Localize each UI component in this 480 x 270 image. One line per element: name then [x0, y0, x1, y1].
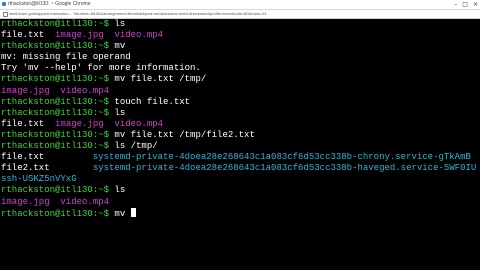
- shell-prompt: rthackston@itl130:~$: [1, 129, 110, 140]
- shell-command: ls: [109, 107, 126, 118]
- file-entry: file2.txt: [1, 163, 50, 174]
- shell-prompt: rthackston@itl130:~$: [1, 19, 110, 29]
- terminal-line: rthackston@itl130:~$ ls: [1, 19, 476, 30]
- file-entry: video.mp4: [114, 30, 164, 41]
- file-entry: image.jpg: [1, 196, 50, 207]
- terminal-line: file.txt image.jpg video.mp4: [1, 119, 476, 130]
- terminal-line: image.jpg video.mp4: [1, 197, 476, 208]
- file-entry: image.jpg: [55, 30, 104, 41]
- shell-command: mv: [109, 208, 131, 219]
- chrome-app-icon: [2, 2, 6, 6]
- file-entry: systemd-private-4doea28e268643c1a083cf6d…: [92, 152, 471, 163]
- file-entry: image.jpg: [1, 85, 50, 96]
- terminal-line: rthackston@itl130:~$ ls: [1, 185, 476, 196]
- text-cursor: [130, 207, 136, 217]
- terminal-output: rthackston@itl130:~$ ls file.txt image.jp…: [1, 19, 476, 219]
- shell-prompt: rthackston@itl130:~$: [1, 74, 110, 85]
- terminal-line: rthackston@itl130:~$ mv file.txt /tmp/fi…: [1, 130, 476, 141]
- terminal-line: file2.txt systemd-private-4doea28e268643…: [1, 163, 476, 174]
- shell-command: ls: [109, 19, 126, 29]
- shell-command: ls: [109, 185, 126, 196]
- terminal-line: rthackston@itl130:~$ ls: [1, 108, 476, 119]
- address-bar[interactable]: shell.learn.gold/apps/rt.instruction... …: [0, 10, 480, 19]
- file-entry: video.mp4: [60, 196, 110, 207]
- terminal-line: file.txt image.jpg video.mp4: [1, 30, 476, 41]
- file-entry: video.mp4: [60, 85, 110, 96]
- shell-prompt: rthackston@itl130:~$: [1, 141, 110, 152]
- terminal-line: file.txt systemd-private-4doea28e268643c…: [1, 152, 476, 163]
- terminal-line: rthackston@itl130:~$ touch file.txt: [1, 97, 476, 108]
- window-titlebar: rthackston@itl130: ~ Google Chrome – □ ×: [0, 0, 480, 10]
- maximize-icon[interactable]: □: [462, 0, 468, 9]
- file-entry: file.txt: [1, 118, 45, 129]
- terminal-line: rthackston@itl130:~$ ls /tmp/: [1, 141, 476, 152]
- terminal-line: image.jpg video.mp4: [1, 86, 476, 97]
- terminal-line: rthackston@itl130:~$ mv file.txt /tmp/: [1, 74, 476, 85]
- shell-prompt: rthackston@itl130:~$: [1, 107, 110, 118]
- file-entry: file.txt: [1, 152, 45, 163]
- shell-command: ls /tmp/: [109, 141, 158, 152]
- window-controls: – □ ×: [454, 0, 478, 9]
- shell-prompt: rthackston@itl130:~$: [1, 185, 110, 196]
- minimize-icon[interactable]: –: [454, 0, 457, 9]
- window-title: rthackston@itl130: ~ Google Chrome: [8, 1, 91, 7]
- shell-prompt: rthackston@itl130:~$: [1, 96, 110, 107]
- terminal-line: ssh-USKZ5nVYxG: [1, 174, 476, 185]
- shell-prompt: rthackston@itl130:~$: [1, 208, 110, 219]
- shell-command: touch file.txt: [109, 96, 191, 107]
- close-icon[interactable]: ×: [473, 0, 478, 9]
- file-entry: systemd-private-4doea28e268643c1a083cf6d…: [92, 163, 477, 174]
- output-text: Try 'mv --help' for more information.: [1, 63, 201, 74]
- file-entry: file.txt: [1, 30, 45, 41]
- terminal-window[interactable]: rthackston@itl130:~$ ls file.txt image.jp…: [0, 19, 480, 270]
- file-entry: image.jpg: [55, 118, 104, 129]
- terminal-line: rthackston@itl130:~$ mv: [1, 41, 476, 52]
- terminal-line: mv: missing file operand: [1, 52, 476, 63]
- output-text: mv: missing file operand: [1, 52, 131, 63]
- shell-command: mv file.txt /tmp/: [109, 74, 207, 85]
- terminal-line: rthackston@itl130:~$ mv: [1, 207, 476, 219]
- shell-command: mv: [109, 41, 126, 52]
- shell-prompt: rthackston@itl130:~$: [1, 41, 110, 52]
- file-entry: ssh-USKZ5nVYxG: [1, 174, 77, 185]
- file-entry: video.mp4: [114, 118, 164, 129]
- shell-command: mv file.txt /tmp/file2.txt: [109, 129, 255, 140]
- lock-icon: [3, 12, 8, 17]
- url-text[interactable]: shell.learn.gold/apps/rt.instruction... …: [9, 10, 469, 18]
- terminal-line: Try 'mv --help' for more information.: [1, 63, 476, 74]
